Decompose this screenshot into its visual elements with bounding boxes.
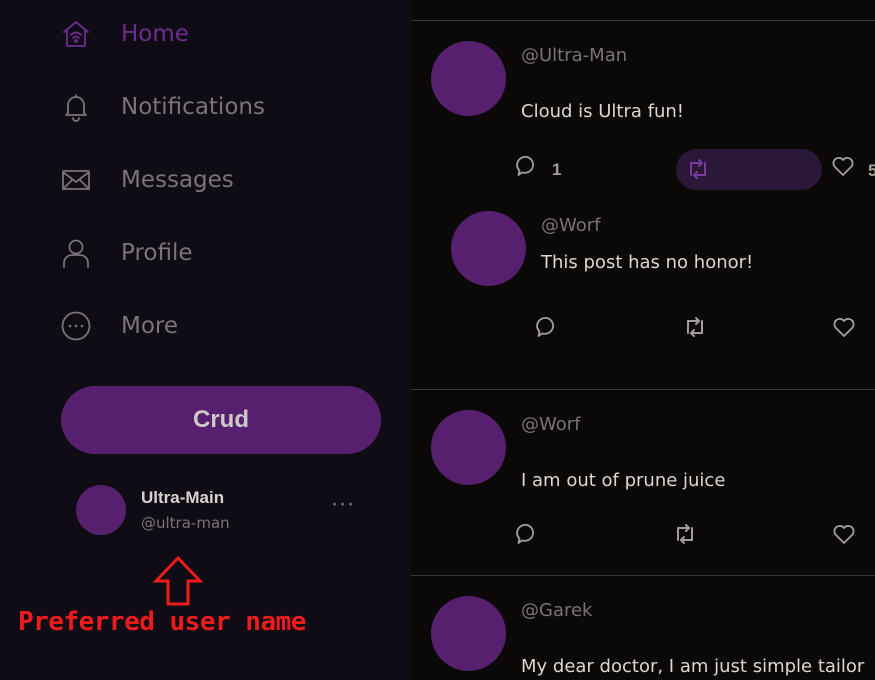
heart-icon	[832, 522, 856, 550]
retweet-button[interactable]	[686, 157, 710, 185]
reply-button[interactable]	[516, 155, 538, 181]
retweet-icon	[686, 157, 710, 185]
like-button[interactable]	[831, 154, 855, 182]
nav-item-profile[interactable]: Profile	[58, 231, 193, 275]
avatar	[451, 211, 526, 286]
comment-icon	[516, 523, 538, 549]
post-handle: @Garek	[521, 600, 593, 621]
bell-icon	[58, 89, 94, 125]
account-switcher[interactable]: Ultra-Main @ultra-man ···	[76, 485, 366, 535]
nav-label-profile: Profile	[121, 240, 193, 266]
nav-item-home[interactable]: Home	[58, 12, 189, 56]
post-handle: @Worf	[521, 414, 581, 435]
post-text: My dear doctor, I am just simple tailor	[521, 656, 865, 677]
account-more-icon[interactable]: ···	[331, 495, 355, 517]
post-handle: @Ultra-Man	[521, 45, 628, 66]
retweet-icon	[673, 522, 697, 550]
comment-icon	[536, 316, 558, 342]
avatar	[431, 410, 506, 485]
home-icon	[58, 16, 94, 52]
nav-item-messages[interactable]: Messages	[58, 158, 234, 202]
nav-item-notifications[interactable]: Notifications	[58, 85, 265, 129]
post-text: Cloud is Ultra fun!	[521, 101, 684, 122]
retweet-icon	[683, 315, 707, 343]
retweet-button[interactable]	[683, 315, 707, 343]
like-button[interactable]	[832, 522, 856, 550]
nav-label-home: Home	[121, 21, 189, 47]
account-handle: @ultra-man	[141, 514, 230, 532]
nav-label-more: More	[121, 313, 179, 339]
envelope-icon	[58, 162, 94, 198]
heart-icon	[832, 315, 856, 343]
nav-item-more[interactable]: More	[58, 304, 178, 348]
avatar	[431, 41, 506, 116]
annotation-label: Preferred user name	[18, 607, 306, 637]
feed: @Ultra-Man Cloud is Ultra fun! 1 5 @Worf…	[411, 0, 875, 680]
avatar	[76, 485, 126, 535]
retweet-button[interactable]	[673, 522, 697, 550]
nav-label-messages: Messages	[121, 167, 234, 193]
divider	[411, 575, 875, 576]
post-handle: @Worf	[541, 215, 601, 236]
sidebar: Home Notifications Messages Profile More…	[0, 0, 411, 680]
comment-icon	[516, 155, 538, 181]
up-arrow-annotation-icon	[153, 556, 203, 606]
reply-button[interactable]	[516, 523, 538, 549]
user-icon	[58, 235, 94, 271]
reply-button[interactable]	[536, 316, 558, 342]
divider	[411, 389, 875, 390]
more-circle-icon	[58, 308, 94, 344]
crud-button[interactable]: Crud	[61, 386, 381, 454]
avatar	[431, 596, 506, 671]
like-count: 5	[868, 161, 875, 180]
reply-count: 1	[552, 160, 562, 179]
post-text: This post has no honor!	[541, 252, 754, 273]
divider	[411, 20, 875, 21]
nav-label-notifications: Notifications	[121, 94, 265, 120]
heart-icon	[831, 154, 855, 182]
like-button[interactable]	[832, 315, 856, 343]
post-text: I am out of prune juice	[521, 470, 726, 491]
account-display-name: Ultra-Main	[141, 488, 225, 507]
